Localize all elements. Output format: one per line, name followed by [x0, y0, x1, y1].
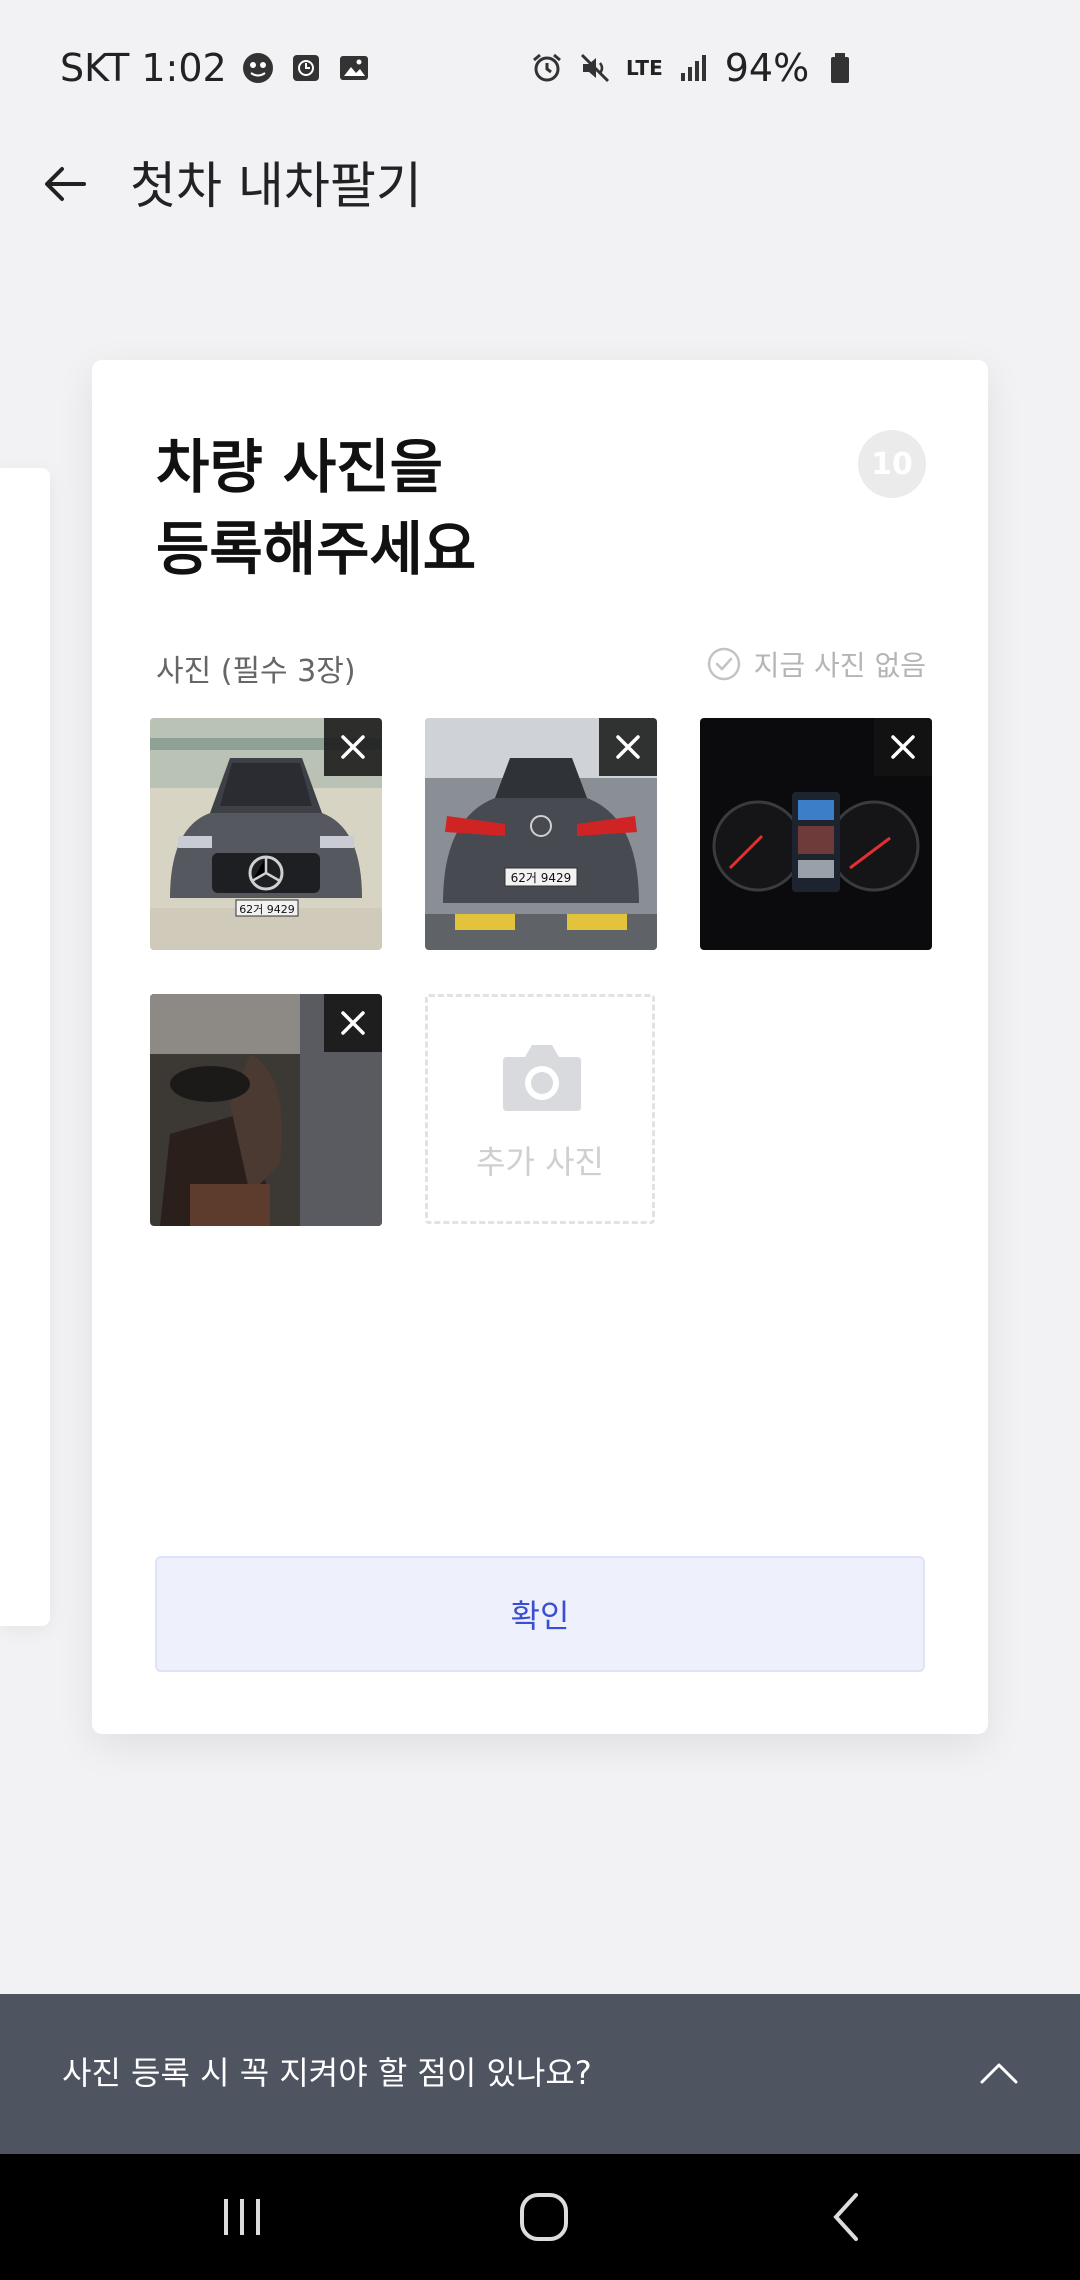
photo-upload-card: 차량 사진을 등록해주세요 10 사진 (필수 3장) 지금 사진 없음 62거…: [92, 360, 988, 1734]
face-icon: [241, 51, 275, 85]
battery-percent: 94%: [724, 46, 810, 90]
back-button[interactable]: [40, 158, 92, 210]
plate-text: 62거 9429: [239, 903, 295, 916]
status-right: LTE 94%: [530, 46, 857, 90]
remove-photo-button[interactable]: [324, 994, 382, 1052]
no-photo-label: 지금 사진 없음: [753, 649, 926, 682]
photo-thumbnail-rear[interactable]: 62거 9429: [425, 718, 657, 950]
gallery-icon: [337, 51, 371, 85]
photo-guide-bar[interactable]: 사진 등록 시 꼭 지켜야 할 점이 있나요?: [0, 1994, 1080, 2154]
remove-photo-button[interactable]: [324, 718, 382, 776]
mute-icon: [578, 51, 612, 85]
chevron-left-icon: [833, 2193, 858, 2241]
clock-app-icon: [289, 51, 323, 85]
photo-guide-text: 사진 등록 시 꼭 지켜야 할 점이 있나요?: [62, 2054, 592, 2092]
confirm-button[interactable]: 확인: [155, 1556, 925, 1672]
camera-icon: [501, 1041, 583, 1113]
home-icon: [520, 2193, 568, 2241]
home-button[interactable]: [514, 2187, 574, 2247]
photo-thumbnail-interior[interactable]: [150, 994, 382, 1226]
remove-photo-button[interactable]: [874, 718, 932, 776]
plate-text: 62거 9429: [511, 871, 572, 885]
close-icon: [341, 1011, 365, 1035]
system-nav-bar: [0, 2154, 1080, 2280]
arrow-left-icon: [45, 167, 86, 201]
battery-icon: [823, 51, 857, 85]
add-photo-label: 추가 사진: [476, 1143, 604, 1181]
remove-photo-button[interactable]: [599, 718, 657, 776]
page-title: 첫차 내차팔기: [130, 157, 422, 215]
system-back-button[interactable]: [818, 2187, 878, 2247]
close-icon: [341, 735, 365, 759]
close-icon: [616, 735, 640, 759]
chevron-up-icon[interactable]: [974, 2048, 1024, 2098]
signal-icon: [677, 51, 711, 85]
network-label: LTE: [626, 56, 663, 80]
status-left: SKT 1:02: [60, 46, 371, 90]
photo-thumbnail-front[interactable]: 62거 9429: [150, 718, 382, 950]
close-icon: [891, 735, 915, 759]
alarm-icon: [530, 51, 564, 85]
add-photo-button[interactable]: 추가 사진: [425, 994, 655, 1224]
previous-step-card: [0, 468, 50, 1626]
step-badge: 10: [858, 430, 926, 498]
recent-apps-icon: [224, 2199, 260, 2235]
photo-required-label: 사진 (필수 3장): [156, 654, 356, 689]
no-photo-toggle[interactable]: 지금 사진 없음: [706, 644, 926, 684]
card-title: 차량 사진을 등록해주세요: [156, 433, 477, 583]
app-bar: 첫차 내차팔기: [0, 136, 1080, 226]
check-circle-icon: [706, 646, 742, 682]
recent-apps-button[interactable]: [212, 2187, 272, 2247]
photo-thumbnail-dashboard[interactable]: [700, 718, 932, 950]
status-bar: SKT 1:02 LTE 94%: [0, 0, 1080, 136]
carrier-time: SKT 1:02: [60, 46, 227, 90]
